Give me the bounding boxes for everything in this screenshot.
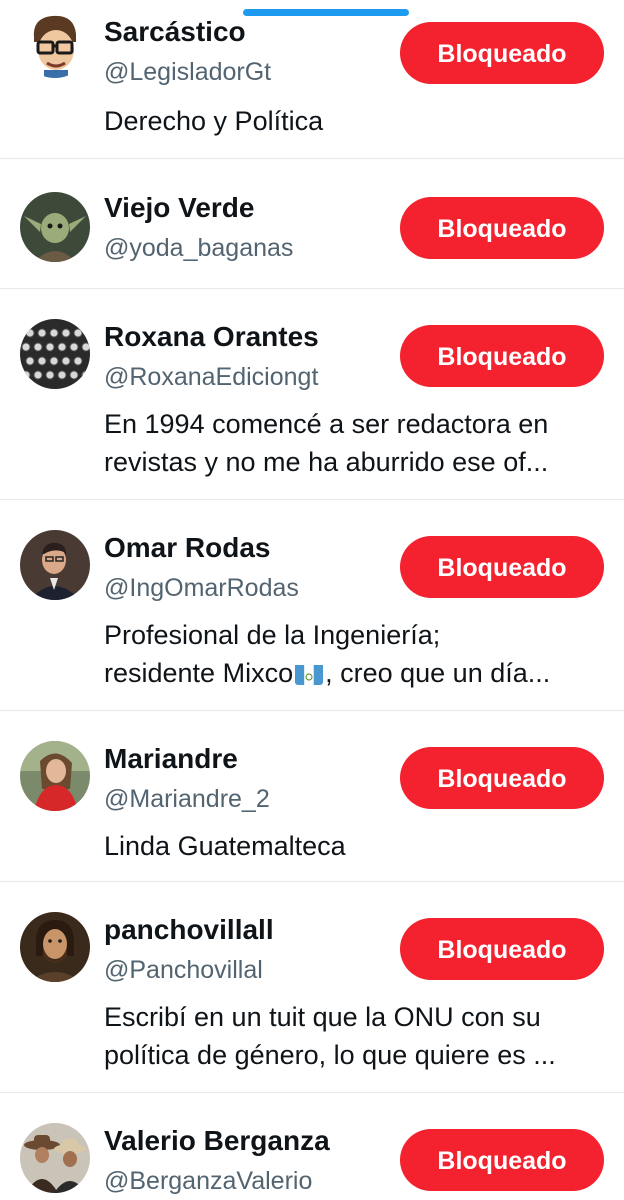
bio-line: residente Mixco , creo que un día... [104,654,604,692]
avatar[interactable] [20,530,90,600]
blocked-button[interactable]: Bloqueado [400,22,604,84]
user-row[interactable]: Valerio Berganza @BerganzaValerio Bloque… [0,1093,624,1200]
user-bio: Derecho y Política [104,102,604,140]
user-row[interactable]: Roxana Orantes @RoxanaEdiciongt En 1994 … [0,289,624,500]
cartoon-man-glasses-avatar-icon [20,8,90,78]
blocked-button[interactable]: Bloqueado [400,1129,604,1191]
user-name[interactable]: Mariandre [104,743,238,775]
bio-text: , creo que un día... [325,658,551,688]
blocked-button[interactable]: Bloqueado [400,325,604,387]
user-handle: @Mariandre_2 [104,785,270,813]
user-name[interactable]: panchovillall [104,914,274,946]
avatar[interactable] [20,319,90,389]
blocked-button[interactable]: Bloqueado [400,918,604,980]
user-bio: Linda Guatemalteca [104,827,604,865]
bearded-man-painting-avatar-icon [20,912,90,982]
bio-line: Derecho y Política [104,106,324,136]
cowboys-avatar-icon [20,1123,90,1193]
user-row[interactable]: panchovillall @Panchovillal Escribí en u… [0,882,624,1093]
blocked-button[interactable]: Bloqueado [400,747,604,809]
user-handle: @yoda_baganas [104,234,294,262]
bio-line: Profesional de la Ingeniería; [104,620,441,650]
man-portrait-avatar-icon [20,530,90,600]
user-handle: @IngOmarRodas [104,574,299,602]
avatar[interactable] [20,8,90,78]
user-row[interactable]: Sarcástico @LegisladorGt Derecho y Polít… [0,0,624,159]
user-row[interactable]: Viejo Verde @yoda_baganas Bloqueado [0,159,624,289]
bio-line: Escribí en un tuit que la ONU con su [104,1002,541,1032]
blocked-accounts-screen: Sarcástico @LegisladorGt Derecho y Polít… [0,0,624,1200]
user-name[interactable]: Omar Rodas [104,532,271,564]
user-row[interactable]: Mariandre @Mariandre_2 Linda Guatemaltec… [0,711,624,882]
bio-text: residente Mixco [104,658,294,688]
user-name[interactable]: Valerio Berganza [104,1125,330,1157]
blocked-button[interactable]: Bloqueado [400,536,604,598]
user-handle: @Panchovillal [104,956,263,984]
user-name[interactable]: Viejo Verde [104,192,254,224]
user-bio: Profesional de la Ingeniería; residente … [104,616,604,692]
bio-line: Linda Guatemalteca [104,831,346,861]
guatemala-flag-icon [295,661,324,685]
bio-line: En 1994 comencé a ser redactora en [104,409,549,439]
avatar[interactable] [20,1123,90,1193]
yoda-avatar-icon [20,192,90,262]
avatar[interactable] [20,741,90,811]
user-handle: @BerganzaValerio [104,1167,313,1195]
avatar[interactable] [20,912,90,982]
woman-red-top-avatar-icon [20,741,90,811]
bio-line: política de género, lo que quiere es ... [104,1040,556,1070]
user-handle: @LegisladorGt [104,58,272,86]
user-row[interactable]: Omar Rodas @IngOmarRodas Profesional de … [0,500,624,711]
user-bio: Escribí en un tuit que la ONU con su pol… [104,998,604,1074]
bio-line: revistas y no me ha aburrido ese of... [104,447,549,477]
typewriter-avatar-icon [20,319,90,389]
user-handle: @RoxanaEdiciongt [104,363,319,391]
avatar[interactable] [20,192,90,262]
blocked-users-list: Sarcástico @LegisladorGt Derecho y Polít… [0,0,624,1200]
user-name[interactable]: Roxana Orantes [104,321,319,353]
user-name[interactable]: Sarcástico [104,16,246,48]
scroll-indicator [243,9,409,16]
user-bio: En 1994 comencé a ser redactora en revis… [104,405,604,481]
blocked-button[interactable]: Bloqueado [400,197,604,259]
